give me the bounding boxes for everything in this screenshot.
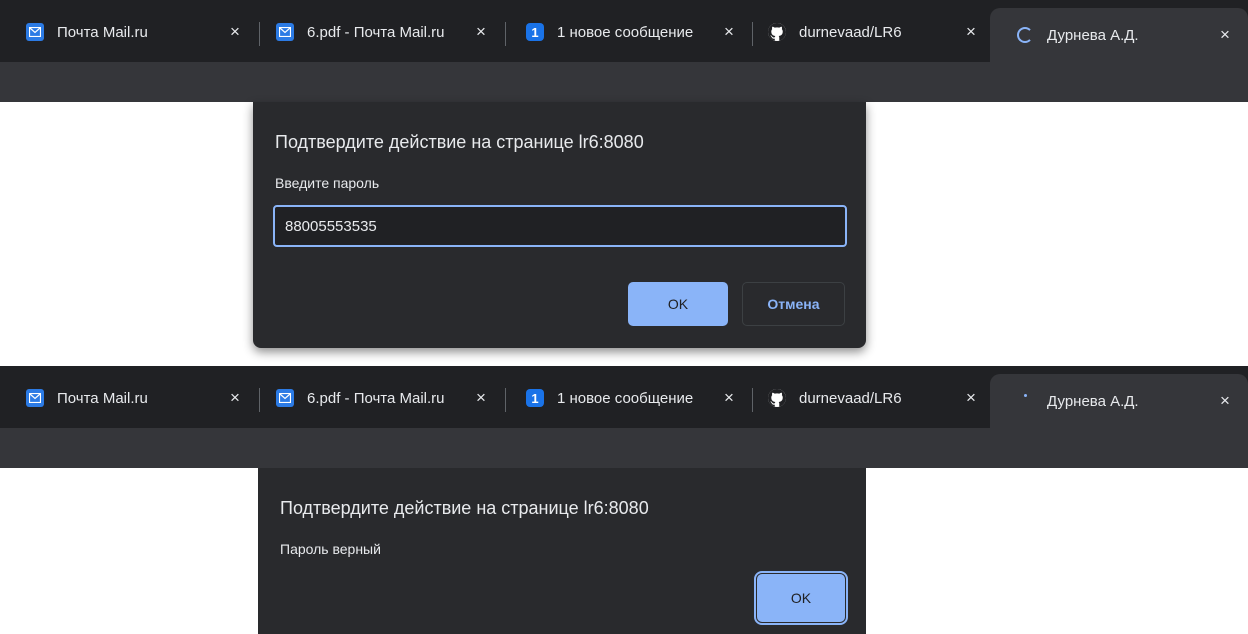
tab-github[interactable]: durnevaad/LR6 × [742, 6, 994, 58]
screenshot-prompt: Почта Mail.ru × 6.pdf - Почта Mail.ru × … [0, 0, 1248, 350]
dialog-message: Пароль верный [280, 541, 381, 557]
dialog-message: Введите пароль [275, 175, 380, 191]
close-icon[interactable]: × [722, 22, 736, 42]
ok-button[interactable]: OK [754, 571, 848, 625]
cancel-button[interactable]: Отмена [742, 282, 845, 326]
tab-strip: Почта Mail.ru × 6.pdf - Почта Mail.ru × … [0, 366, 1248, 428]
tab-title: 1 новое сообщение [557, 23, 694, 41]
tab-title: Дурнева А.Д. [1047, 26, 1139, 44]
mail-icon [26, 389, 44, 407]
dialog-title: Подтвердите действие на странице lr6:808… [280, 498, 649, 518]
close-icon[interactable]: × [1218, 25, 1232, 45]
prompt-dialog: Подтвердите действие на странице lr6:808… [253, 102, 866, 348]
tab-mail[interactable]: Почта Mail.ru × [0, 372, 258, 424]
tab-title: 6.pdf - Почта Mail.ru [307, 389, 445, 407]
close-icon[interactable]: × [228, 388, 242, 408]
tab-title: Дурнева А.Д. [1047, 392, 1139, 410]
ok-button[interactable]: OK [628, 282, 728, 326]
notification-badge-icon: 1 [526, 389, 544, 407]
loading-spinner-icon [1016, 392, 1034, 410]
tab-title: durnevaad/LR6 [799, 389, 902, 407]
tab-title: durnevaad/LR6 [799, 23, 902, 41]
close-icon[interactable]: × [228, 22, 242, 42]
close-icon[interactable]: × [964, 22, 978, 42]
mail-icon [26, 23, 44, 41]
tab-title: 6.pdf - Почта Mail.ru [307, 23, 445, 41]
tab-pdf[interactable]: 6.pdf - Почта Mail.ru × [250, 6, 504, 58]
tab-strip: Почта Mail.ru × 6.pdf - Почта Mail.ru × … [0, 0, 1248, 62]
mail-icon [276, 23, 294, 41]
notification-badge-icon: 1 [526, 23, 544, 41]
tab-notification[interactable]: 1 1 новое сообщение × [500, 6, 752, 58]
close-icon[interactable]: × [722, 388, 736, 408]
password-input[interactable] [273, 205, 847, 247]
tab-title: Почта Mail.ru [57, 23, 148, 41]
loading-spinner-icon [1016, 26, 1034, 44]
mail-icon [276, 389, 294, 407]
alert-dialog: Подтвердите действие на странице lr6:808… [258, 468, 866, 634]
github-icon [768, 23, 786, 41]
tab-mail[interactable]: Почта Mail.ru × [0, 6, 258, 58]
browser-toolbar [0, 62, 1248, 102]
tab-active-durneva[interactable]: Дурнева А.Д. × [990, 8, 1248, 62]
tab-github[interactable]: durnevaad/LR6 × [742, 372, 994, 424]
tab-pdf[interactable]: 6.pdf - Почта Mail.ru × [250, 372, 504, 424]
close-icon[interactable]: × [964, 388, 978, 408]
dialog-title: Подтвердите действие на странице lr6:808… [275, 132, 644, 152]
tab-notification[interactable]: 1 1 новое сообщение × [500, 372, 752, 424]
tab-active-durneva[interactable]: Дурнева А.Д. × [990, 374, 1248, 428]
tab-title: Почта Mail.ru [57, 389, 148, 407]
close-icon[interactable]: × [474, 388, 488, 408]
tab-title: 1 новое сообщение [557, 389, 694, 407]
close-icon[interactable]: × [474, 22, 488, 42]
close-icon[interactable]: × [1218, 391, 1232, 411]
browser-toolbar [0, 428, 1248, 468]
github-icon [768, 389, 786, 407]
screenshot-alert: Почта Mail.ru × 6.pdf - Почта Mail.ru × … [0, 366, 1248, 634]
